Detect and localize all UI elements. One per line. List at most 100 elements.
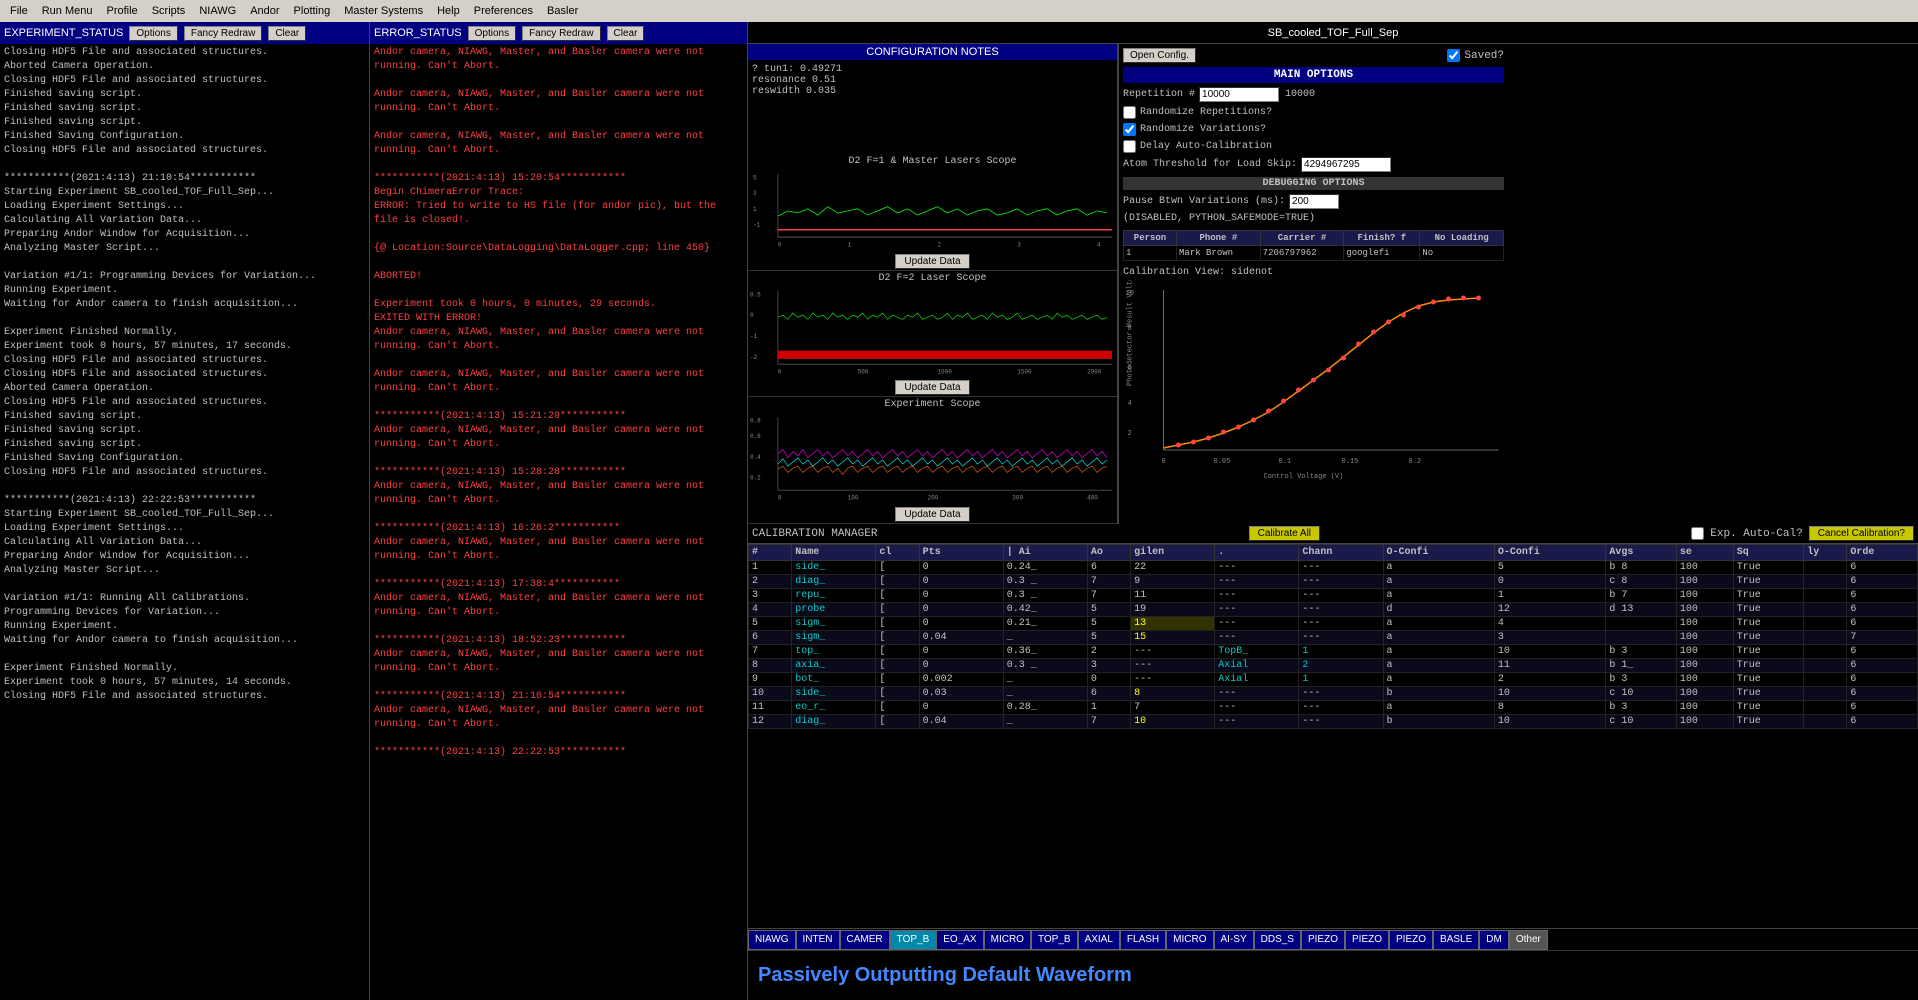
svg-text:-2: -2 [750,353,757,360]
right-panel: SB_cooled_TOF_Full_Sep CONFIGURATION NOT… [748,22,1918,1000]
table-cell: --- [1299,589,1383,603]
tab-top_b-3[interactable]: TOP_B [890,930,937,950]
tab-camer-2[interactable]: CAMER [840,930,890,950]
td-person: Mark Brown [1177,246,1261,261]
log-entry: ***********(2021:4:13) 21:10:54*********… [374,690,743,704]
table-cell: sigm_ [792,631,876,645]
tab-micro-9[interactable]: MICRO [1166,930,1213,950]
plots-row: CONFIGURATION NOTES ? tun1: 0.49271 reso… [748,44,1918,524]
log-entry [4,312,365,326]
table-cell: 8 [1494,701,1605,715]
plot-d2f2-title: D2 F=2 Laser Scope [748,271,1117,286]
error-panel: ERROR_STATUS Options Fancy Redraw Clear … [370,22,748,1000]
log-entry: ERROR: Tried to write to HS file (for an… [374,200,743,228]
tab-flash-8[interactable]: FLASH [1120,930,1166,950]
table-cell: --- [1299,603,1383,617]
experiment-fancy-btn[interactable]: Fancy Redraw [184,26,262,41]
experiment-options-btn[interactable]: Options [129,26,177,41]
table-cell: True [1733,631,1804,645]
menu-niawg[interactable]: NIAWG [193,3,242,19]
menu-run[interactable]: Run Menu [36,3,99,19]
tab-niawg-0[interactable]: NIAWG [748,930,796,950]
menu-preferences[interactable]: Preferences [468,3,539,19]
error-fancy-btn[interactable]: Fancy Redraw [522,26,600,41]
table-cell: 6 [1087,561,1130,575]
bottom-tabs: NIAWGINTENCAMERTOP_BEO_AXMICROTOP_BAXIAL… [748,928,1918,950]
table-cell [1804,701,1847,715]
tab-eo_ax-4[interactable]: EO_AX [936,930,983,950]
tab-basle-15[interactable]: BASLE [1433,930,1479,950]
log-entry [374,564,743,578]
table-cell [1804,645,1847,659]
th-pts: Pts [919,545,1003,561]
repetition-input[interactable] [1199,87,1279,102]
error-clear-btn[interactable]: Clear [607,26,645,41]
tab-inten-1[interactable]: INTEN [796,930,840,950]
th-oconfi2: O-Confi [1494,545,1605,561]
table-cell: --- [1299,617,1383,631]
table-cell: _ [1003,687,1087,701]
log-entry: Starting Experiment SB_cooled_TOF_Full_S… [4,186,365,200]
error-options-btn[interactable]: Options [468,26,516,41]
python-mode-row: (DISABLED, PYTHON_SAFEMODE=TRUE) [1123,213,1504,224]
tab-ai-sy-10[interactable]: AI-SY [1214,930,1254,950]
randomize-vars-checkbox[interactable] [1123,123,1136,136]
menu-basler[interactable]: Basler [541,3,584,19]
exp-autocal-checkbox[interactable] [1691,527,1704,540]
svg-text:2000: 2000 [1087,368,1102,375]
table-cell: 8 [749,659,792,673]
tab-piezo-14[interactable]: PIEZO [1389,930,1433,950]
randomize-reps-checkbox[interactable] [1123,106,1136,119]
atom-threshold-input[interactable] [1301,157,1391,172]
menu-profile[interactable]: Profile [101,3,144,19]
table-cell: 3 [749,589,792,603]
plot-d2f2-canvas: 0.5 0 -1 -2 0 500 1000 1500 2000 [748,286,1117,380]
tab-top_b-6[interactable]: TOP_B [1031,930,1078,950]
tab-micro-5[interactable]: MICRO [984,930,1031,950]
table-cell: --- [1299,575,1383,589]
log-entry: ***********(2021:4:13) 16:26:2**********… [374,522,743,536]
open-config-btn[interactable]: Open Config. [1123,48,1196,63]
menu-scripts[interactable]: Scripts [146,3,192,19]
debug-title: DEBUGGING OPTIONS [1123,177,1504,190]
tab-piezo-13[interactable]: PIEZO [1345,930,1389,950]
pause-btwn-input[interactable] [1289,194,1339,209]
th-name: Name [792,545,876,561]
tab-piezo-12[interactable]: PIEZO [1301,930,1345,950]
cal-chart-svg: 10 8 6 4 2 0 0.05 0.1 0.15 0.2 [1123,280,1504,480]
table-cell: 5 [749,617,792,631]
table-cell: 0 [1494,575,1605,589]
menu-plotting[interactable]: Plotting [288,3,337,19]
table-cell: 100 [1676,645,1733,659]
tab-dds_s-11[interactable]: DDS_S [1254,930,1301,950]
menu-master[interactable]: Master Systems [338,3,429,19]
svg-text:2: 2 [1128,430,1132,438]
table-cell: 9 [1131,575,1215,589]
update-d2f2-btn[interactable]: Update Data [895,380,969,395]
menu-file[interactable]: File [4,3,34,19]
table-cell: --- [1299,687,1383,701]
svg-text:-1: -1 [753,221,760,228]
tab-other-17[interactable]: Other [1509,930,1548,950]
table-cell: 1 [1494,589,1605,603]
tab-axial-7[interactable]: AXIAL [1078,930,1120,950]
calibrate-all-btn[interactable]: Calibrate All [1249,526,1320,541]
tab-dm-16[interactable]: DM [1479,930,1509,950]
config-note-1: ? tun1: 0.49271 [752,64,1113,75]
log-entry: Starting Experiment SB_cooled_TOF_Full_S… [4,508,365,522]
table-cell: 100 [1676,701,1733,715]
menu-andor[interactable]: Andor [244,3,285,19]
update-d2f1-btn[interactable]: Update Data [895,254,969,269]
svg-text:0.2: 0.2 [750,475,761,482]
log-entry [4,480,365,494]
table-cell: 1 [1087,701,1130,715]
table-cell: --- [1299,631,1383,645]
menu-help[interactable]: Help [431,3,466,19]
saved-checkbox[interactable] [1447,49,1460,62]
log-entry [374,228,743,242]
experiment-clear-btn[interactable]: Clear [268,26,306,41]
cancel-cal-btn[interactable]: Cancel Calibration? [1809,526,1914,541]
delay-autocal-checkbox[interactable] [1123,140,1136,153]
update-exp-btn[interactable]: Update Data [895,507,969,522]
log-entry [4,578,365,592]
